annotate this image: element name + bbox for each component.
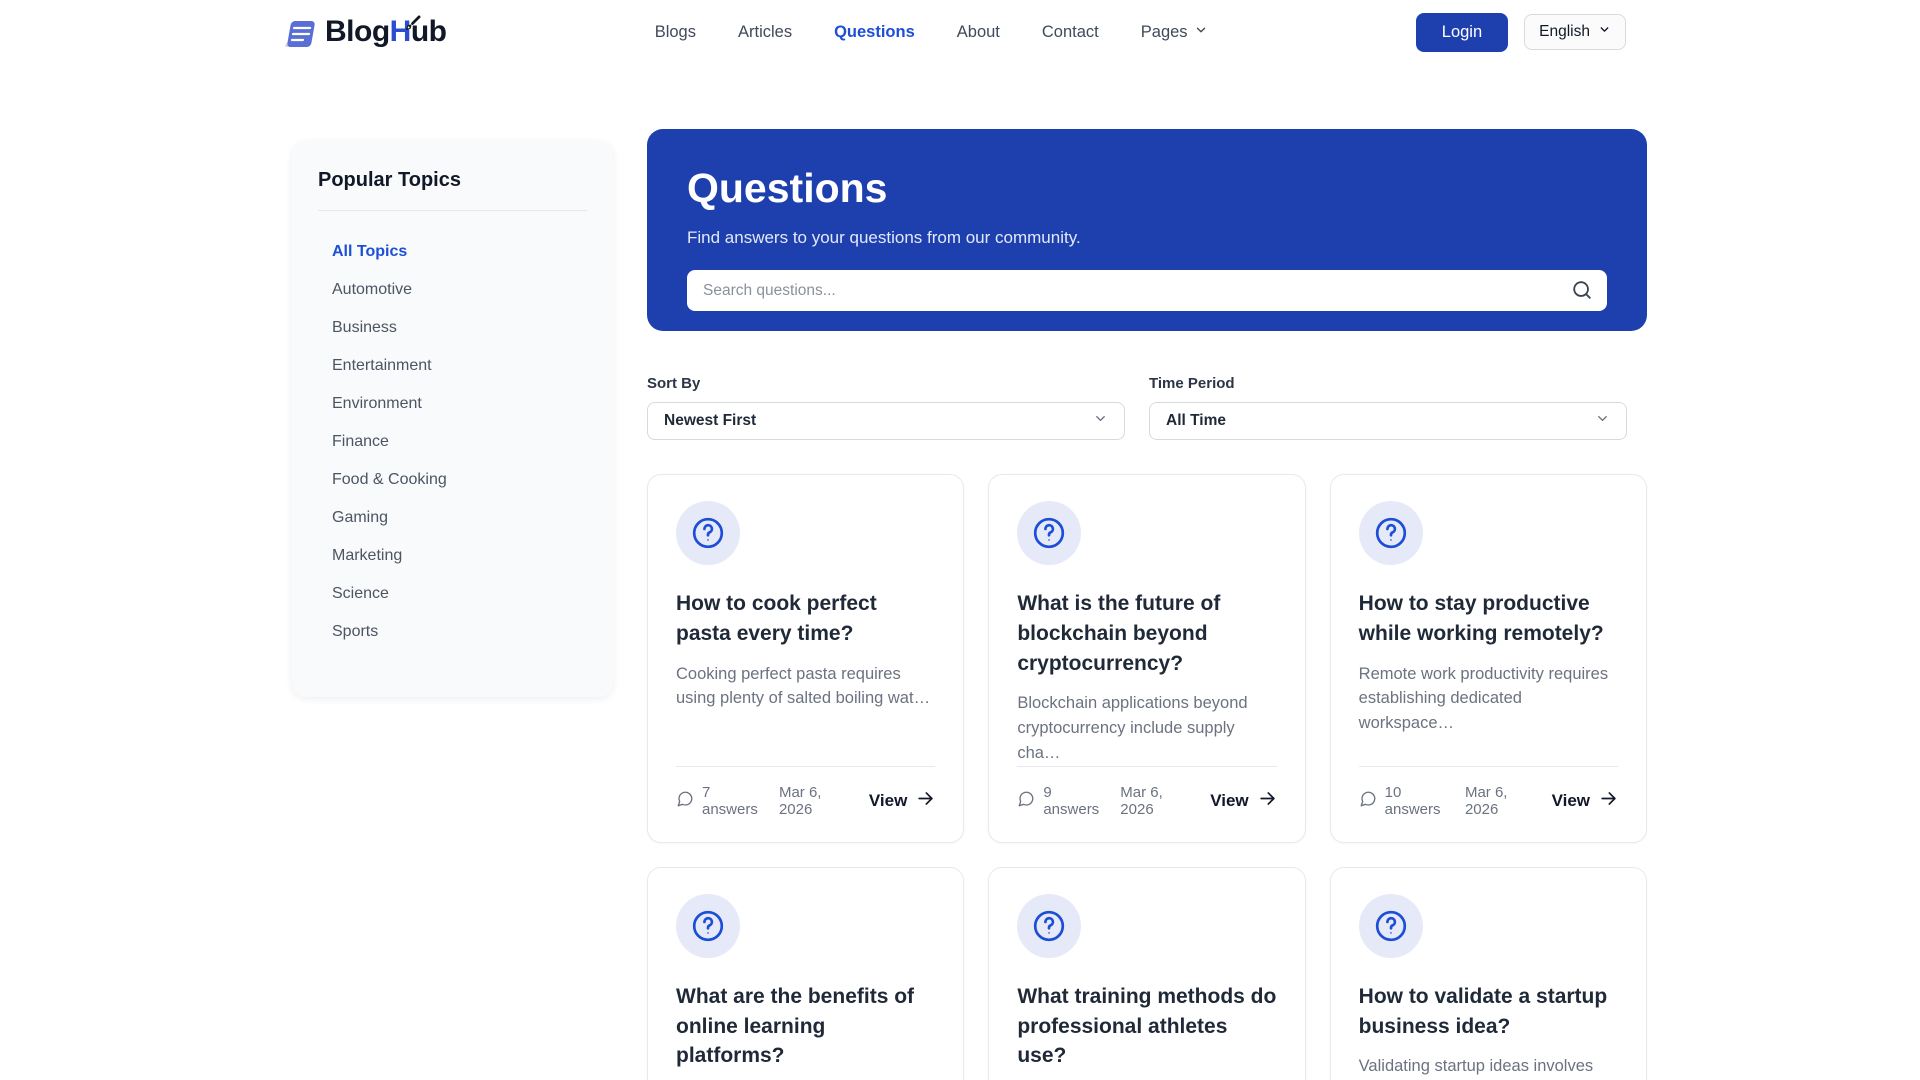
question-excerpt: Blockchain applications beyond cryptocur… xyxy=(1017,694,1248,762)
question-excerpt: Cooking perfect pasta requires using ple… xyxy=(676,664,931,708)
nav-link-contact[interactable]: Contact xyxy=(1042,23,1099,42)
chevron-down-icon xyxy=(1598,23,1611,41)
answers-count: 10 answers xyxy=(1384,783,1441,818)
scroll-icon xyxy=(283,17,319,54)
nav-link-blogs[interactable]: Blogs xyxy=(655,23,696,42)
sidebar-item-marketing[interactable]: Marketing xyxy=(318,537,587,575)
brand-name: BlogHub xyxy=(325,15,447,49)
view-label: View xyxy=(1551,790,1590,810)
sort-by-value: Newest First xyxy=(664,412,757,429)
answers-meta: 10 answers xyxy=(1359,784,1448,818)
sidebar-item-automotive[interactable]: Automotive xyxy=(318,271,587,309)
sidebar-item-all-topics[interactable]: All Topics xyxy=(318,233,587,271)
question-date: Mar 6, 2026 xyxy=(778,783,822,818)
view-label: View xyxy=(868,790,908,810)
question-card[interactable]: How to validate a startup business idea?… xyxy=(1329,866,1647,1080)
sidebar-item-sports[interactable]: Sports xyxy=(318,613,587,651)
question-badge xyxy=(1358,501,1423,565)
answers-count: 9 answers xyxy=(1043,783,1100,818)
sidebar-title: Popular Topics xyxy=(318,169,587,211)
question-card[interactable]: How to cook perfect pasta every time? Co… xyxy=(647,474,965,843)
time-period-select[interactable]: All Time xyxy=(1149,402,1627,440)
question-card[interactable]: What is the future of blockchain beyond … xyxy=(988,474,1306,843)
answers-meta: 9 answers xyxy=(1017,784,1103,818)
view-link[interactable]: View xyxy=(1210,789,1276,813)
answers-meta: 7 answers xyxy=(676,784,762,818)
nav-link-about[interactable]: About xyxy=(957,23,1000,42)
page-subtitle: Find answers to your questions from our … xyxy=(687,228,1081,247)
chevron-down-icon xyxy=(1595,411,1610,431)
sidebar-item-gaming[interactable]: Gaming xyxy=(318,499,587,537)
pen-icon xyxy=(402,8,424,42)
question-date: Mar 6, 2026 xyxy=(1464,783,1508,818)
arrow-right-icon xyxy=(916,789,935,813)
time-period-label: Time Period xyxy=(1149,375,1235,392)
search-input[interactable] xyxy=(687,270,1607,311)
nav-dropdown-pages[interactable]: Pages xyxy=(1141,23,1208,42)
page-content: Popular Topics All Topics Automotive Bus… xyxy=(292,64,1647,1080)
sidebar-item-finance[interactable]: Finance xyxy=(318,423,587,461)
view-link[interactable]: View xyxy=(1552,789,1618,813)
popular-topics-panel: Popular Topics All Topics Automotive Bus… xyxy=(292,141,613,697)
time-period-value: All Time xyxy=(1166,412,1227,429)
question-card[interactable]: How to stay productive while working rem… xyxy=(1329,474,1647,843)
comment-icon xyxy=(676,790,694,812)
question-date: Mar 6, 2026 xyxy=(1120,783,1163,818)
question-badge xyxy=(676,501,740,565)
sort-by-group: Sort By Newest First xyxy=(647,375,1125,440)
question-excerpt: Remote work productivity requires establ… xyxy=(1358,664,1609,733)
question-excerpt: Validating startup ideas involves conduc… xyxy=(1358,1057,1594,1076)
language-selector[interactable]: English xyxy=(1524,14,1626,50)
chevron-down-icon xyxy=(1093,411,1108,431)
answers-count: 7 answers xyxy=(702,783,758,818)
time-period-group: Time Period All Time xyxy=(1149,375,1627,440)
nav-pages-label: Pages xyxy=(1140,22,1188,41)
nav-link-articles[interactable]: Articles xyxy=(738,23,792,42)
arrow-right-icon xyxy=(1258,789,1277,813)
question-card[interactable]: What training methods do professional at… xyxy=(988,866,1306,1080)
view-link[interactable]: View xyxy=(869,789,935,813)
card-footer: 10 answers Mar 6, 2026 View xyxy=(1358,765,1618,818)
top-navbar: BlogHub Blogs Articles Questions About C… xyxy=(0,0,1920,64)
main-nav: Blogs Articles Questions About Contact P… xyxy=(655,23,1208,42)
search-bar xyxy=(687,270,1607,311)
question-title[interactable]: How to stay productive while working rem… xyxy=(1359,589,1618,649)
card-footer: 7 answers Mar 6, 2026 View xyxy=(676,765,936,818)
question-badge xyxy=(1017,893,1082,958)
arrow-right-icon xyxy=(1599,789,1618,813)
question-badge xyxy=(1358,893,1423,958)
brand-logo[interactable]: BlogHub xyxy=(283,11,447,54)
card-footer: 9 answers Mar 6, 2026 View xyxy=(1017,765,1277,818)
question-title[interactable]: What is the future of blockchain beyond … xyxy=(1017,589,1276,678)
page-title: Questions xyxy=(687,165,888,211)
sidebar-item-environment[interactable]: Environment xyxy=(318,385,587,423)
question-title[interactable]: What are the benefits of online learning… xyxy=(676,982,935,1071)
question-title[interactable]: What training methods do professional at… xyxy=(1017,982,1276,1071)
question-badge xyxy=(676,893,740,958)
questions-grid: How to cook perfect pasta every time? Co… xyxy=(647,474,1647,1080)
sidebar-item-business[interactable]: Business xyxy=(318,309,587,347)
sort-by-select[interactable]: Newest First xyxy=(647,402,1125,440)
question-badge xyxy=(1017,501,1082,565)
sidebar-item-entertainment[interactable]: Entertainment xyxy=(318,347,587,385)
nav-link-questions[interactable]: Questions xyxy=(834,23,915,42)
navbar-actions: Login English xyxy=(1415,12,1626,52)
question-title[interactable]: How to validate a startup business idea? xyxy=(1359,982,1618,1042)
language-value: English xyxy=(1539,23,1590,40)
topic-list: All Topics Automotive Business Entertain… xyxy=(318,233,587,651)
question-card[interactable]: What are the benefits of online learning… xyxy=(647,866,965,1080)
sidebar-item-science[interactable]: Science xyxy=(318,575,587,613)
sidebar-item-food-cooking[interactable]: Food & Cooking xyxy=(318,461,587,499)
chevron-down-icon xyxy=(1194,23,1208,42)
main-area: Questions Find answers to your questions… xyxy=(647,129,1647,1080)
comment-icon xyxy=(1017,790,1035,812)
questions-hero: Questions Find answers to your questions… xyxy=(647,129,1647,331)
login-button[interactable]: Login xyxy=(1415,12,1509,52)
filters-row: Sort By Newest First Time Period All Tim… xyxy=(647,375,1647,440)
search-icon[interactable] xyxy=(1571,279,1593,306)
sort-by-label: Sort By xyxy=(647,375,701,392)
question-title[interactable]: How to cook perfect pasta every time? xyxy=(676,589,935,649)
comment-icon xyxy=(1359,790,1377,812)
view-label: View xyxy=(1210,790,1249,810)
